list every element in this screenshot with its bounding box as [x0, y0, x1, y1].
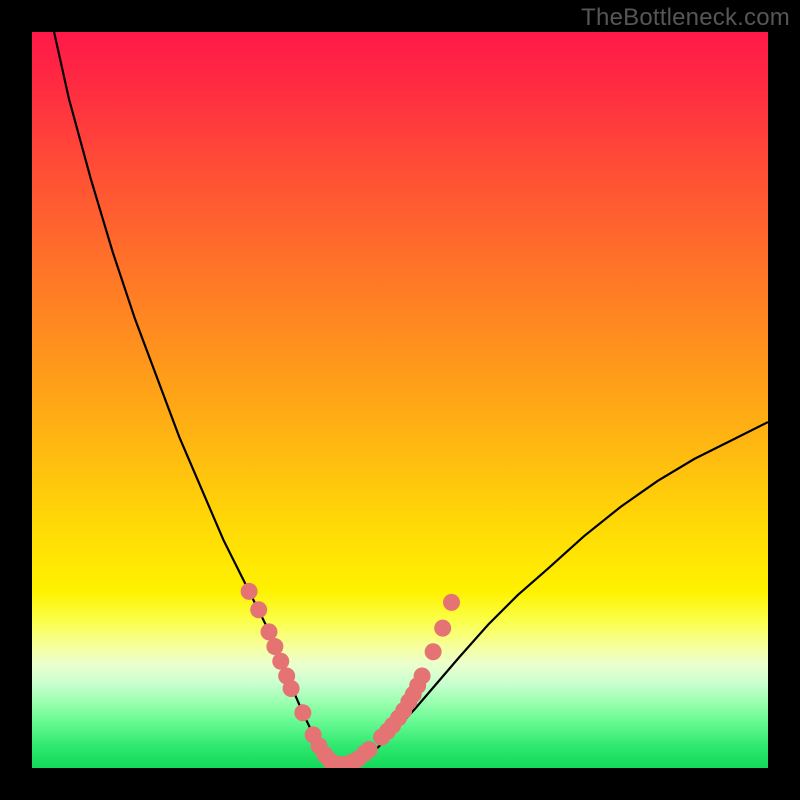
gradient-background: [32, 32, 768, 768]
watermark-text: TheBottleneck.com: [581, 4, 790, 32]
data-point-marker: [294, 704, 311, 721]
data-point-marker: [434, 620, 451, 637]
data-point-marker: [250, 601, 267, 618]
data-point-marker: [260, 623, 277, 640]
data-point-marker: [443, 594, 460, 611]
plot-area: [32, 32, 768, 768]
chart-outer-frame: TheBottleneck.com: [0, 0, 800, 800]
data-point-marker: [241, 583, 258, 600]
data-point-marker: [425, 643, 442, 660]
data-point-marker: [414, 668, 431, 685]
data-point-marker: [283, 680, 300, 697]
data-point-marker: [361, 741, 378, 758]
data-point-marker: [266, 638, 283, 655]
data-point-marker: [272, 653, 289, 670]
bottleneck-chart: [32, 32, 768, 768]
